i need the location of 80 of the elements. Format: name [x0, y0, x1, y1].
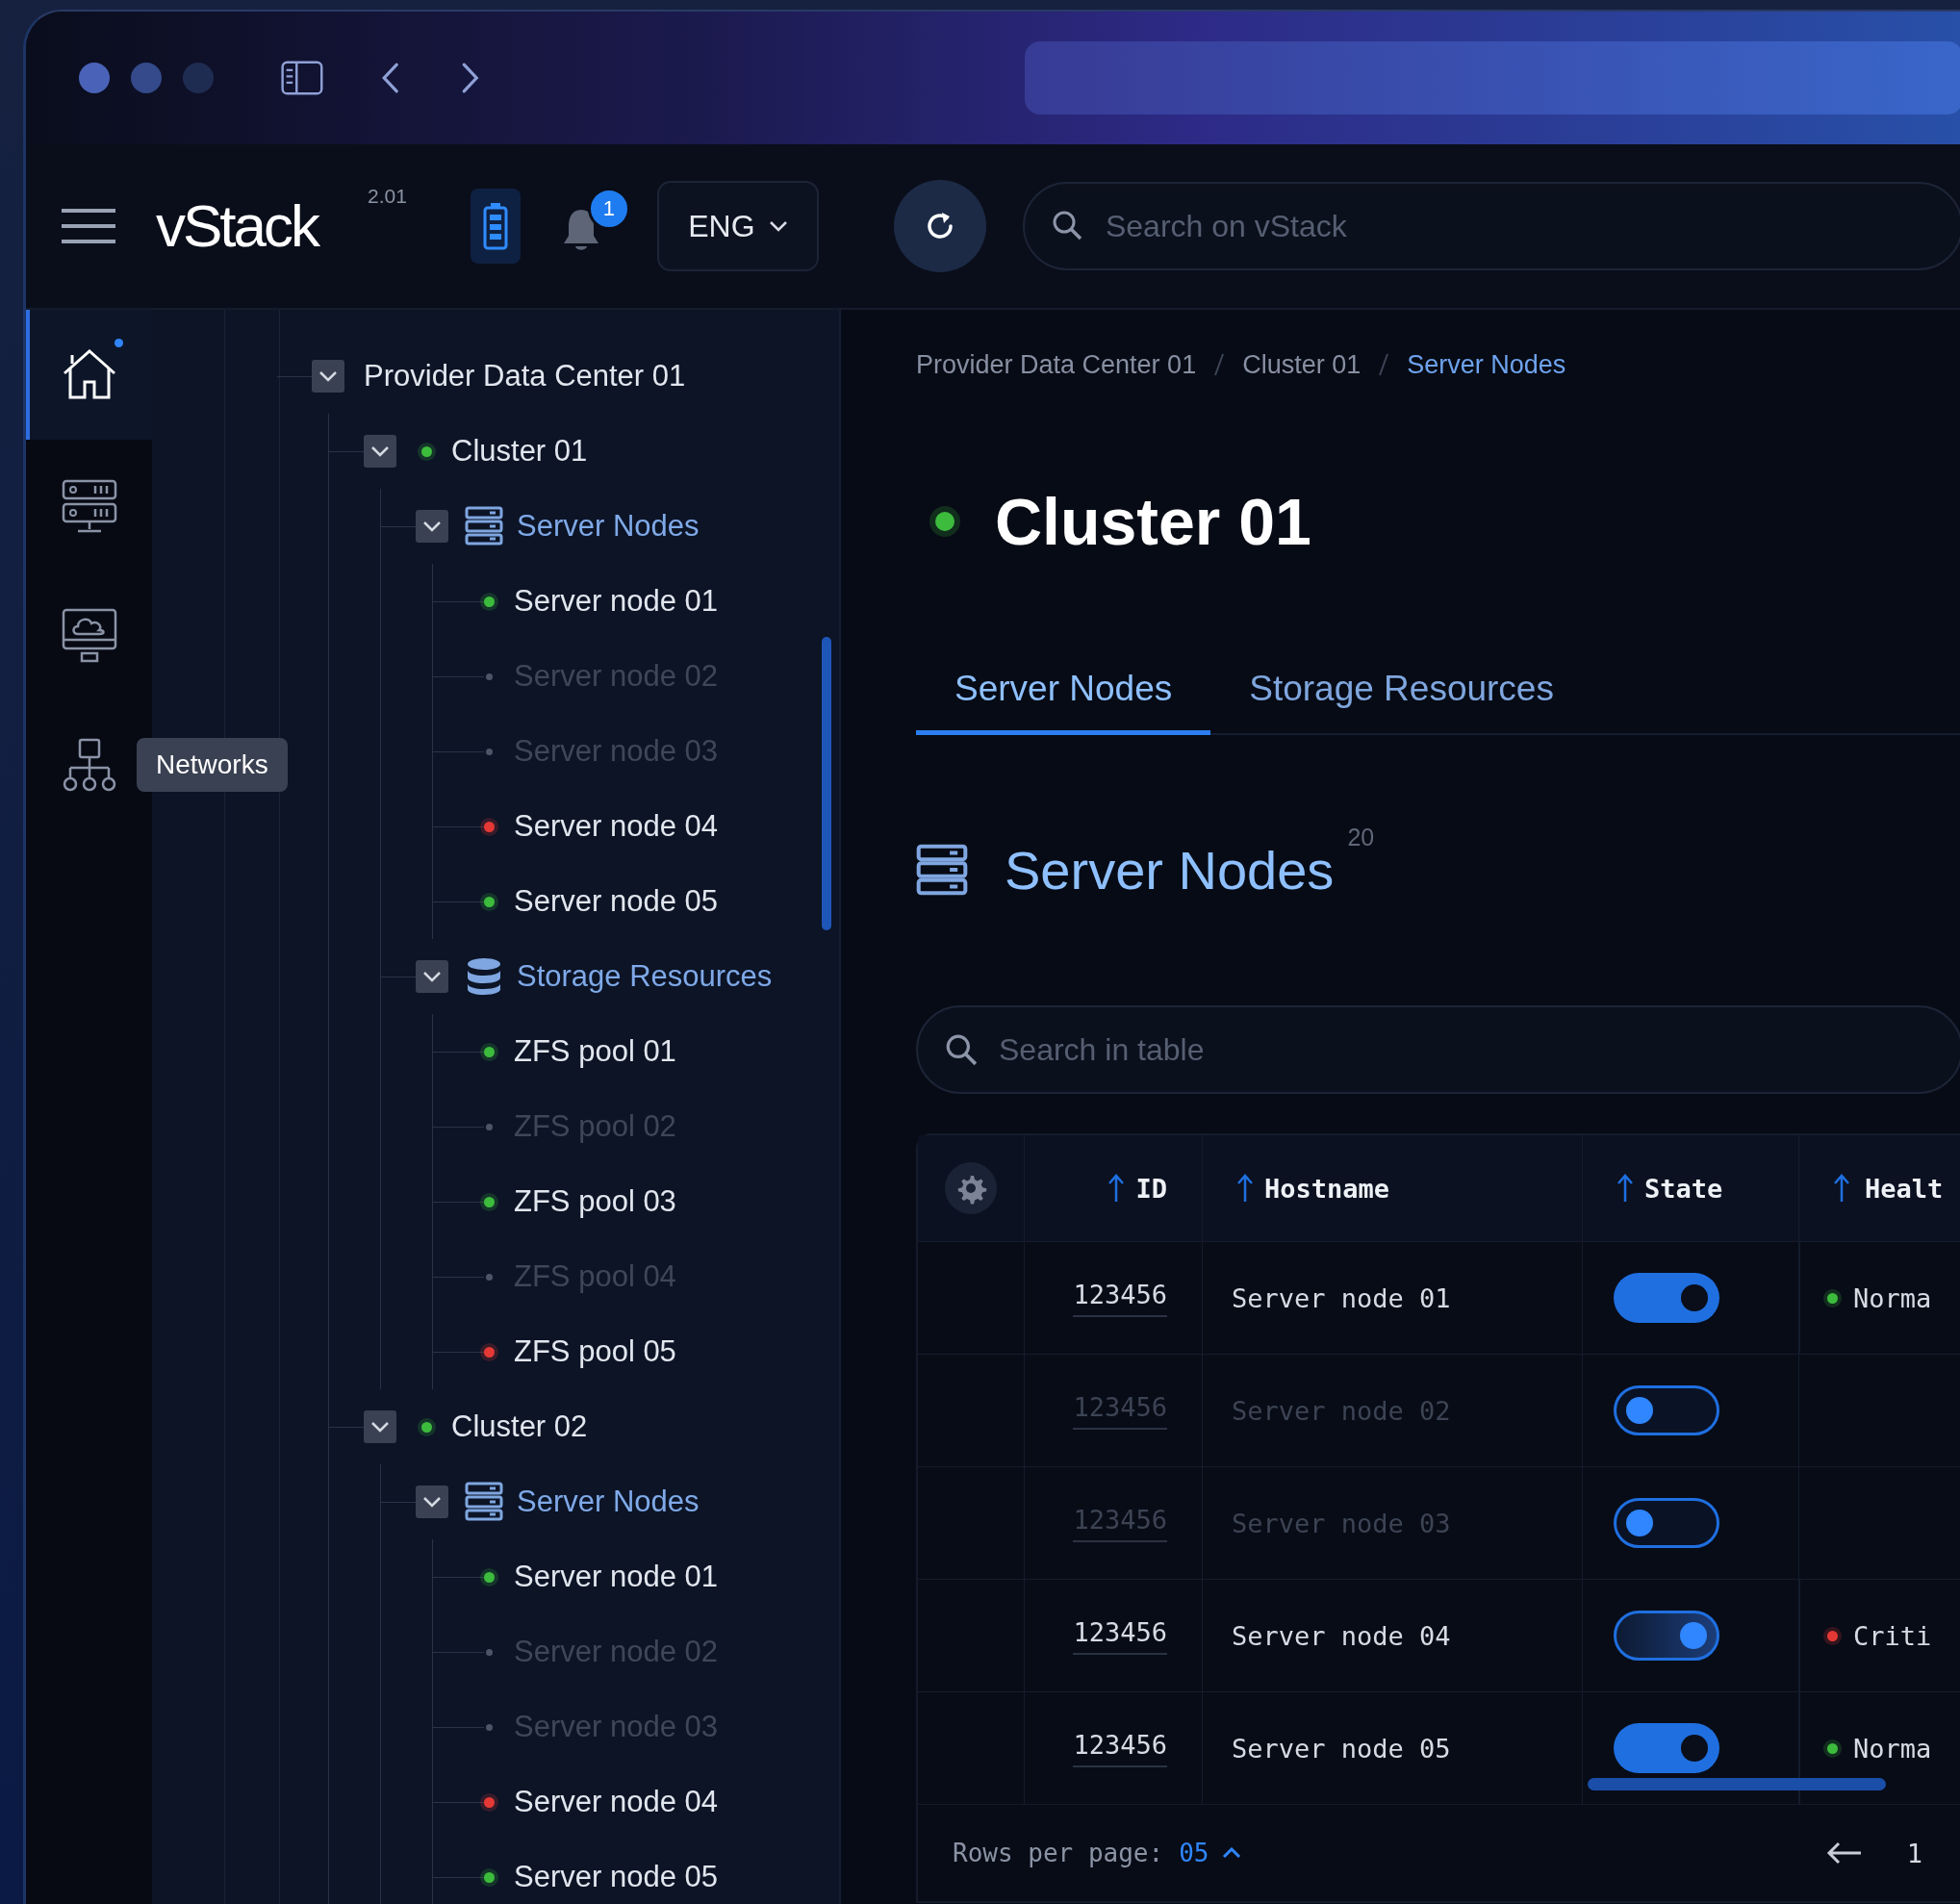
table-cell: Server node 02	[1232, 1395, 1451, 1426]
breadcrumb-link[interactable]: Provider Data Center 01	[916, 349, 1197, 380]
battery-icon[interactable]	[470, 189, 521, 264]
collapse-icon[interactable]	[364, 435, 396, 468]
id-link[interactable]: 123456	[1073, 1279, 1167, 1317]
table-cell: Norma	[1853, 1733, 1932, 1764]
caret-icon	[768, 220, 788, 232]
table-cell: Server node 05	[1232, 1733, 1451, 1764]
table-cell: Server node 04	[1232, 1620, 1451, 1651]
nav-item[interactable]	[26, 310, 152, 440]
scrollbar[interactable]	[822, 637, 831, 930]
tree-item[interactable]: ZFS pool 05	[514, 1334, 676, 1369]
server-stack-icon	[916, 844, 968, 896]
logo: vStack	[156, 196, 318, 256]
tab[interactable]: Storage Resources	[1210, 651, 1592, 735]
tree-item[interactable]: Server node 01	[514, 584, 718, 619]
server-stack-icon	[465, 506, 503, 546]
collapse-icon[interactable]	[416, 1485, 448, 1518]
column-header[interactable]: State	[1644, 1173, 1723, 1204]
tree-item[interactable]: Provider Data Center 01	[364, 359, 686, 393]
tab[interactable]: Server Nodes	[916, 651, 1211, 735]
table-cell: Server node 01	[1232, 1282, 1451, 1313]
caret-icon	[1222, 1847, 1242, 1859]
search-field[interactable]: Search on vStack	[1022, 182, 1960, 270]
tree-item[interactable]: Cluster 01	[451, 434, 588, 469]
tree-item[interactable]: Cluster 02	[451, 1409, 588, 1444]
separator-icon	[1378, 352, 1390, 377]
version-label: 2.01	[368, 185, 407, 208]
tree-item[interactable]: Server node 04	[514, 809, 718, 844]
tree-item[interactable]: Server Nodes	[517, 509, 700, 544]
search-icon	[1051, 210, 1082, 241]
collapse-icon[interactable]	[416, 960, 448, 993]
previous-page-icon[interactable]	[1825, 1841, 1863, 1865]
breadcrumb-link[interactable]: Server Nodes	[1407, 349, 1566, 380]
rows-per-page-dropdown[interactable]: 05	[1179, 1839, 1242, 1867]
table-cell: Criti	[1853, 1620, 1932, 1651]
toggle-switch[interactable]	[1614, 1611, 1719, 1661]
tooltip: Networks	[137, 738, 288, 792]
search-field[interactable]: Search in table	[916, 1005, 1960, 1094]
notification-badge: 1	[587, 188, 630, 230]
language-dropdown[interactable]: ENG	[656, 181, 819, 271]
scrollbar[interactable]	[1588, 1778, 1886, 1790]
page-title: Cluster 01	[995, 484, 1311, 559]
collapse-icon[interactable]	[312, 360, 344, 393]
sort-icon[interactable]	[1108, 1174, 1125, 1203]
settings-icon[interactable]	[944, 1161, 998, 1215]
tree-item[interactable]: Server node 05	[514, 884, 718, 919]
menu-icon[interactable]	[60, 207, 117, 245]
cloud-monitor-icon	[60, 606, 118, 663]
collapse-icon[interactable]	[364, 1410, 396, 1443]
column-header[interactable]: ID	[1135, 1173, 1167, 1204]
id-link[interactable]: 123456	[1073, 1616, 1167, 1655]
table-cell: Norma	[1853, 1282, 1932, 1313]
tree-item[interactable]: ZFS pool 01	[514, 1034, 676, 1069]
toggle-switch[interactable]	[1614, 1723, 1719, 1773]
tree-item[interactable]: Server node 04	[514, 1785, 718, 1819]
column-header[interactable]: Hostname	[1264, 1173, 1390, 1204]
collapse-icon[interactable]	[416, 510, 448, 543]
separator-icon	[1213, 352, 1226, 377]
tree-item[interactable]: ZFS pool 03	[514, 1184, 676, 1219]
window-control[interactable]	[79, 63, 110, 93]
sort-icon[interactable]	[1617, 1174, 1633, 1203]
search-icon	[945, 1033, 978, 1066]
server-stack-icon	[465, 1482, 503, 1522]
database-icon	[465, 956, 503, 997]
tree-item[interactable]: Server node 01	[514, 1560, 718, 1594]
sort-icon[interactable]	[1834, 1174, 1849, 1203]
id-link[interactable]: 123456	[1073, 1729, 1167, 1767]
tree-item[interactable]: Server Nodes	[517, 1485, 700, 1519]
sort-icon[interactable]	[1237, 1174, 1253, 1203]
column-header[interactable]: Healt	[1865, 1173, 1944, 1204]
breadcrumb-link[interactable]: Cluster 01	[1242, 349, 1362, 380]
rows-per-page-label: Rows per page:	[953, 1839, 1164, 1867]
tree-item[interactable]: Storage Resources	[517, 959, 773, 994]
count-label: 20	[1347, 824, 1375, 851]
page-button[interactable]: 1	[1906, 1838, 1922, 1868]
table-cell: Server node 03	[1232, 1508, 1451, 1538]
tree-item[interactable]: Server node 05	[514, 1860, 718, 1894]
toggle-switch[interactable]	[1614, 1273, 1719, 1323]
section-title: Server Nodes	[1005, 838, 1335, 901]
